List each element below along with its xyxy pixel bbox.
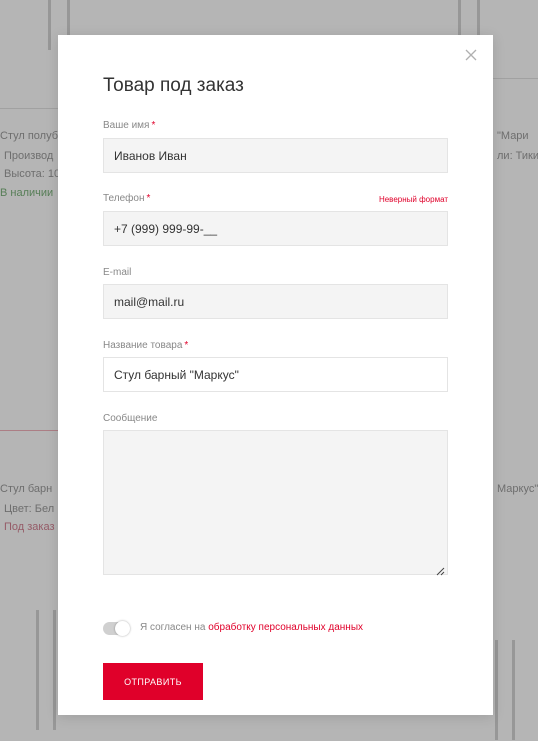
consent-text: Я согласен на обработку персональных дан… — [140, 622, 364, 633]
close-icon[interactable] — [463, 47, 479, 63]
name-label: Ваше имя * — [103, 120, 156, 131]
required-mark: * — [146, 193, 151, 204]
privacy-policy-link[interactable]: обработку персональных данных — [208, 622, 363, 633]
submit-button[interactable]: ОТПРАВИТЬ — [103, 663, 203, 700]
required-mark: * — [151, 120, 156, 131]
name-input[interactable] — [103, 138, 448, 173]
phone-label: Телефон * — [103, 193, 151, 204]
message-textarea[interactable] — [103, 430, 448, 575]
email-label: E-mail — [103, 267, 132, 278]
order-modal: Товар под заказ Ваше имя* Телефон* Невер… — [58, 35, 493, 715]
product-name-input[interactable] — [103, 357, 448, 392]
message-label: Сообщение — [103, 413, 158, 424]
product-name-label: Название товара * — [103, 340, 189, 351]
required-mark: * — [184, 340, 189, 351]
toggle-knob — [115, 621, 130, 636]
consent-toggle[interactable] — [103, 621, 130, 636]
phone-input[interactable] — [103, 211, 448, 246]
email-input[interactable] — [103, 284, 448, 319]
phone-error-message: Неверный формат — [378, 195, 448, 204]
resize-handle-icon[interactable] — [435, 563, 445, 576]
modal-title: Товар под заказ — [103, 75, 244, 96]
